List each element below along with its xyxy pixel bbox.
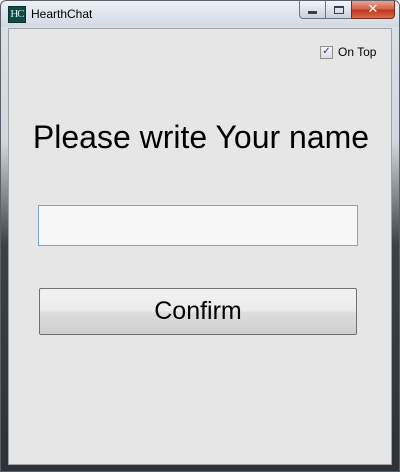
checkbox-box[interactable]: ✓ [320, 45, 333, 59]
close-icon: ✕ [367, 2, 379, 17]
minimize-button[interactable] [299, 1, 325, 19]
confirm-button[interactable]: Confirm [39, 288, 357, 335]
app-window: HC HearthChat ✕ ✓ On Top Please write Yo… [0, 0, 400, 472]
maximize-button[interactable] [325, 1, 351, 19]
client-area: ✓ On Top Please write Your name Confirm [8, 28, 392, 465]
on-top-label: On Top [338, 45, 377, 59]
maximize-icon [333, 5, 344, 14]
name-prompt: Please write Your name [32, 119, 370, 155]
app-icon: HC [8, 6, 26, 23]
on-top-checkbox[interactable]: ✓ On Top [320, 45, 376, 59]
window-title: HearthChat [31, 7, 93, 21]
check-icon: ✓ [322, 46, 331, 57]
caption-buttons: ✕ [299, 1, 395, 19]
minimize-icon [308, 11, 317, 14]
name-input[interactable] [38, 205, 358, 246]
close-button[interactable]: ✕ [351, 1, 395, 19]
title-bar[interactable]: HC HearthChat ✕ [1, 1, 399, 27]
confirm-label: Confirm [154, 297, 242, 325]
